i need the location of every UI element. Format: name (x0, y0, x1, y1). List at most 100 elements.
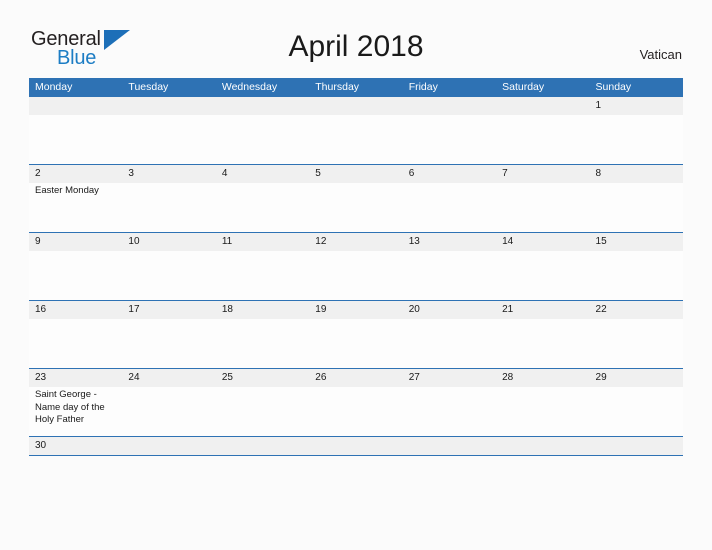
day-cell[interactable] (590, 183, 683, 232)
day-number[interactable]: 25 (216, 369, 309, 387)
day-number[interactable]: 22 (590, 301, 683, 319)
day-cell[interactable] (29, 115, 122, 164)
day-cell[interactable] (590, 387, 683, 436)
day-cell[interactable] (590, 319, 683, 368)
day-number[interactable]: 12 (309, 233, 402, 251)
day-cell[interactable] (309, 251, 402, 300)
week-event-band: Saint George - Name day of the Holy Fath… (29, 387, 683, 436)
day-cell[interactable] (29, 319, 122, 368)
day-cell[interactable] (309, 115, 402, 164)
day-number[interactable]: 7 (496, 165, 589, 183)
day-number[interactable] (309, 97, 402, 115)
weekday-header-monday: Monday (35, 81, 73, 93)
day-number[interactable]: 4 (216, 165, 309, 183)
day-number[interactable] (29, 97, 122, 115)
day-number[interactable] (122, 437, 215, 455)
day-number[interactable]: 3 (122, 165, 215, 183)
day-cell[interactable] (403, 251, 496, 300)
weekday-header-friday: Friday (408, 81, 438, 93)
day-cell[interactable]: Easter Monday (29, 183, 122, 232)
week-row: 30 (29, 436, 683, 456)
day-number[interactable] (403, 97, 496, 115)
day-cell[interactable] (496, 183, 589, 232)
day-cell[interactable] (309, 387, 402, 436)
day-number[interactable]: 20 (403, 301, 496, 319)
day-number[interactable]: 23 (29, 369, 122, 387)
day-cell[interactable] (403, 115, 496, 164)
day-cell[interactable] (216, 319, 309, 368)
calendar-grid: Monday Tuesday Wednesday Thursday Friday… (29, 78, 683, 456)
day-cell[interactable] (496, 115, 589, 164)
day-number[interactable]: 30 (29, 437, 122, 455)
day-number[interactable]: 9 (29, 233, 122, 251)
day-number[interactable]: 29 (590, 369, 683, 387)
day-cell[interactable] (122, 251, 215, 300)
day-number[interactable]: 14 (496, 233, 589, 251)
day-cell[interactable] (122, 319, 215, 368)
day-event: Easter Monday (35, 185, 99, 196)
day-number[interactable] (122, 97, 215, 115)
week-row: 2 3 4 5 6 7 8 Easter Monday (29, 164, 683, 232)
day-cell[interactable] (216, 183, 309, 232)
day-cell[interactable] (216, 115, 309, 164)
day-cell[interactable] (403, 387, 496, 436)
week-number-band: 23 24 25 26 27 28 29 (29, 369, 683, 387)
day-event: Saint George - Name day of the Holy Fath… (35, 389, 105, 425)
week-number-band: 2 3 4 5 6 7 8 (29, 165, 683, 183)
week-event-band (29, 251, 683, 300)
day-number[interactable]: 13 (403, 233, 496, 251)
day-number[interactable] (496, 437, 589, 455)
week-row: 16 17 18 19 20 21 22 (29, 300, 683, 368)
week-event-band (29, 115, 683, 164)
week-row: 9 10 11 12 13 14 15 (29, 232, 683, 300)
day-cell[interactable] (122, 387, 215, 436)
week-number-band: 1 (29, 97, 683, 115)
day-number[interactable]: 15 (590, 233, 683, 251)
day-number[interactable]: 10 (122, 233, 215, 251)
day-number[interactable]: 21 (496, 301, 589, 319)
week-row: 1 (29, 97, 683, 164)
day-number[interactable] (216, 97, 309, 115)
day-number[interactable]: 1 (590, 97, 683, 115)
page-header: General Blue April 2018 Vatican (0, 0, 712, 78)
day-number[interactable] (216, 437, 309, 455)
day-number[interactable] (309, 437, 402, 455)
day-cell[interactable] (590, 115, 683, 164)
day-cell[interactable] (122, 183, 215, 232)
day-cell[interactable] (590, 251, 683, 300)
weekday-header-tuesday: Tuesday (128, 81, 169, 93)
page-title: April 2018 (288, 30, 424, 63)
day-number[interactable]: 6 (403, 165, 496, 183)
day-number[interactable]: 28 (496, 369, 589, 387)
day-number[interactable]: 17 (122, 301, 215, 319)
day-number[interactable] (496, 97, 589, 115)
day-number[interactable]: 11 (216, 233, 309, 251)
day-cell[interactable] (216, 387, 309, 436)
day-cell[interactable] (122, 115, 215, 164)
day-cell[interactable] (496, 251, 589, 300)
day-number[interactable]: 2 (29, 165, 122, 183)
day-cell[interactable] (309, 183, 402, 232)
day-cell[interactable]: Saint George - Name day of the Holy Fath… (29, 387, 122, 436)
day-cell[interactable] (496, 319, 589, 368)
day-number[interactable]: 26 (309, 369, 402, 387)
day-cell[interactable] (403, 319, 496, 368)
day-number[interactable]: 27 (403, 369, 496, 387)
day-number[interactable]: 8 (590, 165, 683, 183)
day-cell[interactable] (29, 251, 122, 300)
day-cell[interactable] (216, 251, 309, 300)
day-number[interactable]: 19 (309, 301, 402, 319)
weekday-header-sunday: Sunday (595, 81, 632, 93)
day-number[interactable]: 18 (216, 301, 309, 319)
day-number[interactable]: 24 (122, 369, 215, 387)
day-cell[interactable] (496, 387, 589, 436)
day-cell[interactable] (403, 183, 496, 232)
week-number-band: 16 17 18 19 20 21 22 (29, 301, 683, 319)
day-number[interactable] (590, 437, 683, 455)
day-number[interactable]: 16 (29, 301, 122, 319)
week-event-band: Easter Monday (29, 183, 683, 232)
day-number[interactable] (403, 437, 496, 455)
day-cell[interactable] (309, 319, 402, 368)
day-number[interactable]: 5 (309, 165, 402, 183)
calendar-page: General Blue April 2018 Vatican Monday T… (0, 0, 712, 550)
